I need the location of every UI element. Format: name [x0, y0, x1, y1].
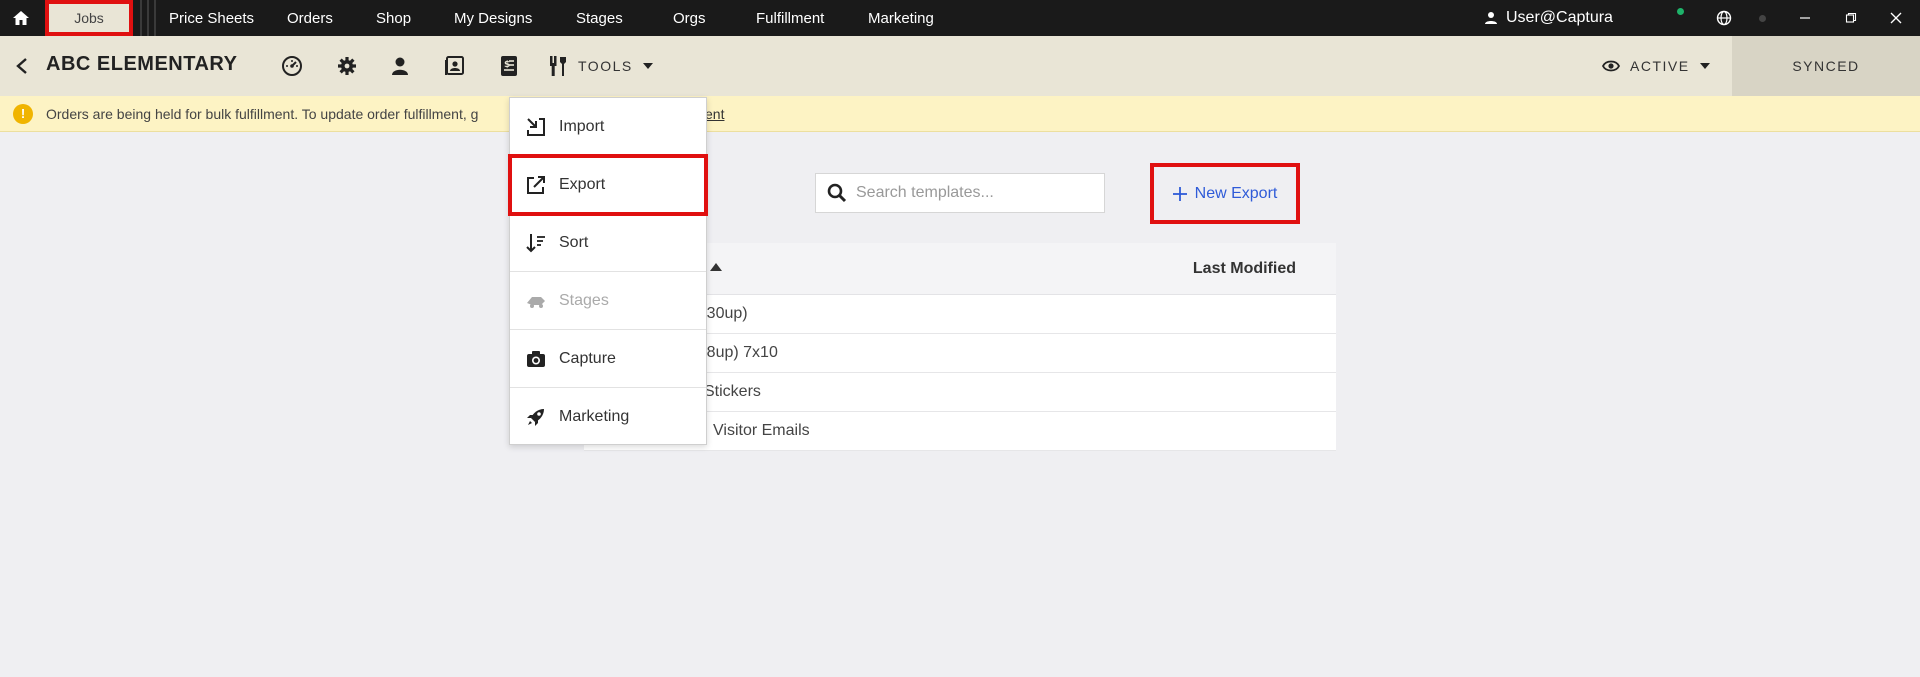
banner-message: Orders are being held for bulk fulfillme…	[46, 105, 479, 122]
template-name: Visitor Emails	[713, 422, 810, 439]
language-button[interactable]	[1704, 0, 1744, 36]
chevron-left-icon	[16, 58, 27, 74]
tools-dropdown-menu: Import Export Sort Stages Capture Market…	[508, 97, 708, 446]
menu-item-export[interactable]: Export	[508, 154, 708, 216]
job-title: ABC ELEMENTARY	[46, 53, 238, 75]
column-header-last-modified[interactable]: Last Modified	[1193, 260, 1296, 278]
close-icon	[1890, 12, 1902, 24]
menu-item-stages: Stages	[510, 272, 706, 330]
stages-icon	[525, 290, 547, 312]
speedometer-icon	[282, 56, 302, 76]
minimize-icon	[1800, 17, 1810, 19]
online-status-dot	[1677, 8, 1684, 15]
menu-item-marketing[interactable]: Marketing	[510, 388, 706, 446]
camera-icon	[525, 348, 547, 370]
photos-button[interactable]	[438, 50, 470, 82]
nav-item-my-designs[interactable]: My Designs	[454, 0, 532, 36]
connection-indicator	[1742, 0, 1782, 36]
dot-icon	[1758, 14, 1766, 22]
nav-divider	[147, 0, 149, 36]
ledger-icon: $	[501, 56, 517, 76]
dashboard-button[interactable]	[276, 50, 308, 82]
import-icon	[525, 116, 547, 138]
home-button[interactable]	[0, 0, 42, 36]
search-input[interactable]	[856, 175, 1096, 211]
person-icon	[392, 57, 408, 75]
gear-icon	[338, 57, 356, 75]
fulfillment-hold-banner: ! Orders are being held for bulk fulfill…	[0, 96, 1920, 132]
nav-item-fulfillment[interactable]: Fulfillment	[756, 0, 824, 36]
export-icon	[525, 174, 547, 196]
close-window-button[interactable]	[1876, 0, 1916, 36]
template-name: Stickers	[704, 383, 761, 400]
info-icon: !	[13, 103, 33, 124]
nav-item-price-sheets[interactable]: Price Sheets	[169, 0, 254, 36]
nav-item-shop[interactable]: Shop	[376, 0, 411, 36]
nav-item-jobs[interactable]: Jobs	[45, 0, 133, 36]
sync-status: SYNCED	[1732, 36, 1920, 96]
sort-ascending-icon[interactable]	[710, 263, 722, 271]
globe-icon	[1716, 10, 1732, 26]
restore-icon	[1845, 12, 1857, 23]
nav-item-stages[interactable]: Stages	[576, 0, 623, 36]
eye-icon	[1602, 60, 1620, 72]
price-sheet-button[interactable]: $	[493, 50, 525, 82]
tools-menu-button[interactable]: TOOLS	[548, 50, 653, 82]
user-icon	[1485, 12, 1497, 24]
banner-link[interactable]: ent	[705, 106, 724, 122]
visibility-status-button[interactable]: ACTIVE	[1602, 50, 1710, 82]
photo-album-icon	[445, 56, 464, 75]
menu-item-sort[interactable]: Sort	[510, 214, 706, 272]
sort-icon	[525, 232, 547, 254]
nav-divider	[154, 0, 156, 36]
nav-item-orders[interactable]: Orders	[287, 0, 333, 36]
subjects-button[interactable]	[384, 50, 416, 82]
search-icon	[826, 182, 848, 204]
caret-down-icon	[642, 63, 653, 69]
caret-down-icon	[1699, 63, 1710, 69]
restore-button[interactable]	[1831, 0, 1871, 36]
job-toolbar: ABC ELEMENTARY $ TOOLS ACTIVE SYNCED	[0, 36, 1920, 96]
home-icon	[13, 11, 29, 25]
tools-icon	[550, 56, 566, 76]
plus-icon	[1172, 186, 1187, 201]
rocket-icon	[525, 406, 547, 428]
nav-divider	[140, 0, 142, 36]
user-menu[interactable]: User@Captura	[1484, 0, 1613, 36]
search-templates-box	[815, 173, 1105, 213]
nav-item-marketing[interactable]: Marketing	[868, 0, 934, 36]
menu-item-capture[interactable]: Capture	[510, 330, 706, 388]
menu-item-import[interactable]: Import	[510, 98, 706, 156]
new-export-button[interactable]: New Export	[1150, 163, 1300, 224]
minimize-button[interactable]	[1785, 0, 1825, 36]
settings-button[interactable]	[331, 50, 363, 82]
nav-item-orgs[interactable]: Orgs	[673, 0, 706, 36]
back-button[interactable]	[6, 50, 38, 82]
